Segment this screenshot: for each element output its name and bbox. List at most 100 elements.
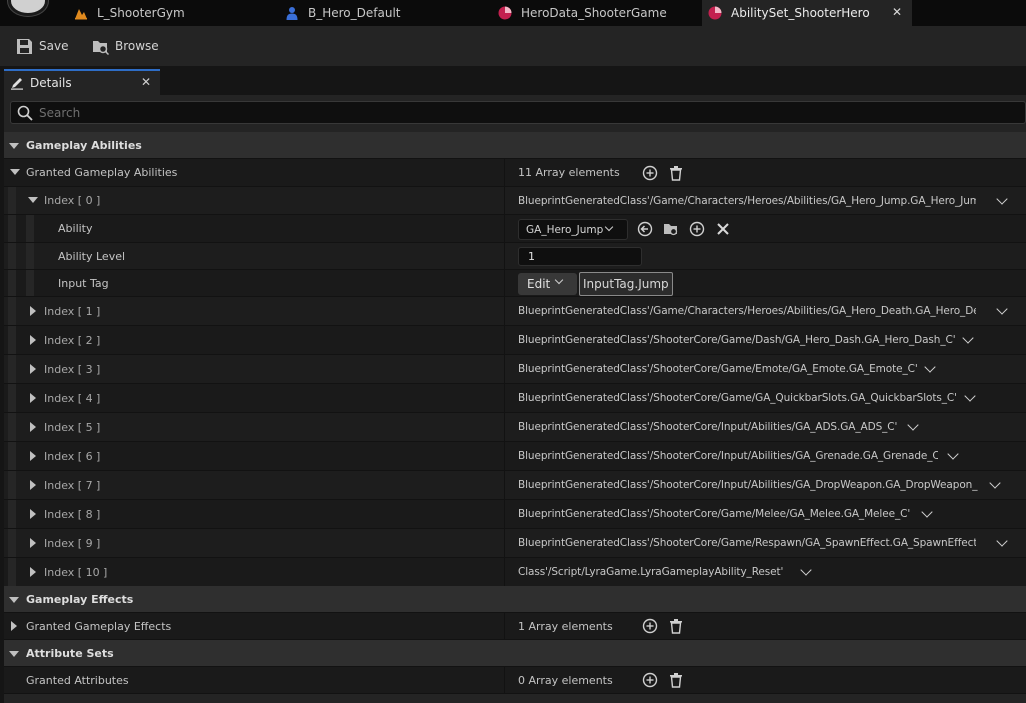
- property-value: BlueprintGeneratedClass'/ShooterCore/Gam…: [505, 500, 1026, 528]
- property-name: Index [ 3 ]: [4, 355, 505, 383]
- ability-level-label: Ability Level: [58, 249, 126, 263]
- category-title: Gameplay Effects: [26, 592, 134, 606]
- browse-button[interactable]: Browse: [92, 37, 159, 55]
- property-row-ability: Ability GA_Hero_Jump: [4, 215, 1026, 243]
- category-header: Gameplay Abilities: [4, 132, 142, 158]
- chevron-down-icon[interactable]: [987, 477, 1003, 493]
- collapse-arrow-icon[interactable]: [9, 597, 19, 603]
- array-count: 0 Array elements: [518, 673, 613, 687]
- input-tag-label: Input Tag: [58, 276, 109, 290]
- category-header: Gameplay Effects: [4, 586, 133, 612]
- class-path: Class'/Script/LyraGame.LyraGameplayAbili…: [518, 566, 784, 578]
- index-label: Index [ 2 ]: [44, 333, 101, 347]
- tab-herodata-shootergame[interactable]: HeroData_ShooterGame: [493, 0, 693, 26]
- class-path: BlueprintGeneratedClass'/ShooterCore/Inp…: [518, 479, 978, 491]
- collapse-arrow-icon[interactable]: [9, 143, 19, 149]
- indent-gutter: [8, 500, 16, 528]
- trash-icon[interactable]: [667, 671, 685, 689]
- save-button[interactable]: Save: [16, 37, 68, 55]
- tab-abilityset-shooterhero[interactable]: AbilitySet_ShooterHero ✕: [702, 0, 912, 26]
- property-value: BlueprintGeneratedClass'/ShooterCore/Gam…: [505, 529, 1026, 557]
- chevron-down-icon[interactable]: [919, 506, 935, 522]
- chevron-down-icon[interactable]: [994, 303, 1010, 319]
- expand-arrow-icon[interactable]: [11, 621, 17, 631]
- use-selected-icon[interactable]: [636, 220, 654, 238]
- category-gameplay-effects[interactable]: Gameplay Effects: [4, 586, 1026, 613]
- chevron-down-icon[interactable]: [994, 535, 1010, 551]
- expand-arrow-icon[interactable]: [30, 422, 36, 432]
- add-element-icon[interactable]: [641, 671, 659, 689]
- array-element-row: Index [ 9 ] BlueprintGeneratedClass'/Shoo…: [4, 529, 1026, 558]
- property-value: GA_Hero_Jump: [505, 215, 1026, 242]
- property-name: Index [ 1 ]: [4, 297, 505, 325]
- chevron-down-icon[interactable]: [945, 448, 961, 464]
- expand-arrow-icon[interactable]: [30, 335, 36, 345]
- search-input[interactable]: [39, 104, 999, 121]
- chevron-down-icon: [554, 275, 564, 285]
- trash-icon[interactable]: [667, 617, 685, 635]
- save-label: Save: [39, 39, 69, 53]
- trash-icon[interactable]: [667, 164, 685, 182]
- close-icon[interactable]: ✕: [141, 75, 151, 89]
- add-icon[interactable]: [688, 220, 706, 238]
- chevron-down-icon[interactable]: [798, 564, 814, 580]
- gameplay-tag-chip[interactable]: InputTag.Jump: [579, 272, 673, 296]
- property-name: Index [ 2 ]: [4, 326, 505, 354]
- category-title: Attribute Sets: [26, 646, 114, 660]
- category-attribute-sets[interactable]: Attribute Sets: [4, 640, 1026, 667]
- search-box[interactable]: [10, 101, 1026, 124]
- index-label: Index [ 3 ]: [44, 362, 101, 376]
- array-element-row: Index [ 10 ] Class'/Script/LyraGame.LyraG…: [4, 558, 1026, 587]
- tab-l-shootergym[interactable]: L_ShooterGym: [68, 0, 208, 26]
- class-path: BlueprintGeneratedClass'/ShooterCore/Gam…: [518, 363, 918, 375]
- property-value: BlueprintGeneratedClass'/ShooterCore/Gam…: [505, 355, 1026, 383]
- array-element-row: Index [ 8 ] BlueprintGeneratedClass'/Shoo…: [4, 500, 1026, 529]
- chevron-down-icon[interactable]: [994, 193, 1010, 209]
- add-element-icon[interactable]: [641, 164, 659, 182]
- expand-arrow-icon[interactable]: [30, 451, 36, 461]
- browse-folder-icon[interactable]: [662, 220, 680, 238]
- expand-arrow-icon[interactable]: [30, 509, 36, 519]
- tab-details[interactable]: Details ✕: [4, 69, 160, 95]
- indent-gutter: [8, 297, 16, 325]
- edit-tag-button[interactable]: Edit: [518, 273, 577, 295]
- index-label: Index [ 9 ]: [44, 536, 101, 550]
- property-row-granted-abilities: Granted Gameplay Abilities 11 Array elem…: [4, 159, 1026, 187]
- expand-arrow-icon[interactable]: [30, 480, 36, 490]
- indent-gutter: [26, 270, 34, 296]
- expand-arrow-icon[interactable]: [30, 538, 36, 548]
- add-element-icon[interactable]: [641, 617, 659, 635]
- category-gameplay-abilities[interactable]: Gameplay Abilities: [4, 132, 1026, 159]
- expand-arrow-icon[interactable]: [30, 306, 36, 316]
- tab-label: HeroData_ShooterGame: [521, 6, 667, 20]
- tab-b-hero-default[interactable]: B_Hero_Default: [280, 0, 430, 26]
- array-element-row: Index [ 5 ] BlueprintGeneratedClass'/Shoo…: [4, 413, 1026, 442]
- expand-arrow-icon[interactable]: [10, 169, 20, 175]
- tab-label: B_Hero_Default: [308, 6, 401, 20]
- index-label: Index [ 1 ]: [44, 304, 101, 318]
- chevron-down-icon[interactable]: [922, 361, 938, 377]
- expand-arrow-icon[interactable]: [30, 567, 36, 577]
- ability-class-dropdown[interactable]: GA_Hero_Jump: [518, 219, 628, 240]
- ability-level-input[interactable]: 1: [518, 247, 642, 266]
- clear-icon[interactable]: [714, 220, 732, 238]
- expand-arrow-icon[interactable]: [30, 393, 36, 403]
- class-path: BlueprintGeneratedClass'/Game/Characters…: [518, 194, 976, 207]
- expand-arrow-icon[interactable]: [28, 197, 38, 203]
- index-label: Index [ 6 ]: [44, 449, 101, 463]
- property-name: Index [ 6 ]: [4, 442, 505, 470]
- chevron-down-icon[interactable]: [962, 390, 978, 406]
- expand-arrow-icon[interactable]: [30, 364, 36, 374]
- close-icon[interactable]: ✕: [892, 5, 902, 19]
- tab-label: AbilitySet_ShooterHero: [731, 6, 870, 20]
- chevron-down-icon[interactable]: [960, 332, 976, 348]
- panel-tab-strip: Details ✕: [0, 66, 1026, 95]
- chevron-down-icon[interactable]: [905, 419, 921, 435]
- indent-gutter: [8, 471, 16, 499]
- indent-gutter: [8, 355, 16, 383]
- array-element-row: Index [ 0 ] BlueprintGeneratedClass'/Gam…: [4, 187, 1026, 215]
- property-value: BlueprintGeneratedClass'/ShooterCore/Inp…: [505, 471, 1026, 499]
- unreal-logo-icon[interactable]: [8, 0, 48, 16]
- collapse-arrow-icon[interactable]: [9, 651, 19, 657]
- array-element-row: Index [ 1 ] BlueprintGeneratedClass'/Game…: [4, 297, 1026, 326]
